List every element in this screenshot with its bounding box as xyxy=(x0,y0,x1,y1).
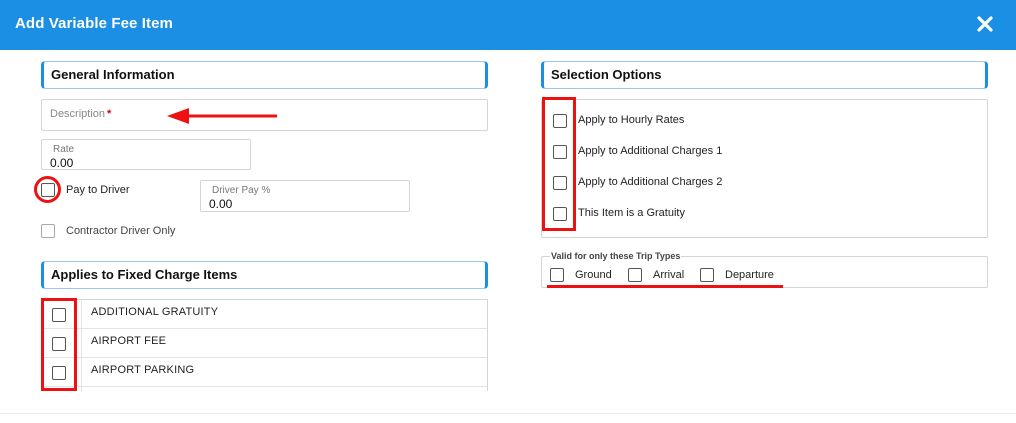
general-information-heading: General Information xyxy=(41,61,488,89)
driver-pay-label: Driver Pay % xyxy=(212,185,271,196)
trip-types-group: Valid for only these Trip Types Ground A… xyxy=(541,251,988,288)
rate-label: Rate xyxy=(53,144,75,155)
driver-pay-field[interactable]: Driver Pay % 0.00 xyxy=(200,180,410,212)
fixed-charge-label: AIRPORT FEE xyxy=(91,335,167,347)
apply-additional-charges-1-label: Apply to Additional Charges 1 xyxy=(578,145,723,157)
trip-type-arrival-checkbox[interactable] xyxy=(628,268,642,282)
close-icon[interactable] xyxy=(974,13,996,35)
fixed-charge-list: ADDITIONAL GRATUITY AIRPORT FEE AIRPORT … xyxy=(41,299,488,392)
fixed-charge-label: AIRPORT PARKING xyxy=(91,364,195,376)
rate-value: 0.00 xyxy=(50,156,74,170)
fixed-charge-row: AIRPORT FEE xyxy=(42,329,487,358)
contractor-driver-only-checkbox[interactable] xyxy=(41,224,55,238)
fixed-charge-row-partial xyxy=(42,387,487,392)
apply-additional-charges-2-label: Apply to Additional Charges 2 xyxy=(578,176,723,188)
required-marker: * xyxy=(107,108,112,120)
annotation-underline xyxy=(547,285,783,288)
fixed-charge-row: ADDITIONAL GRATUITY xyxy=(42,300,487,329)
selection-options-box: Apply to Hourly Rates Apply to Additiona… xyxy=(541,99,988,238)
trip-type-arrival-label: Arrival xyxy=(653,269,685,281)
apply-hourly-rates-label: Apply to Hourly Rates xyxy=(578,114,685,126)
description-placeholder: Description * xyxy=(50,108,112,120)
trip-type-departure-label: Departure xyxy=(725,269,774,281)
footer-divider xyxy=(0,413,1016,414)
annotation-box-fixed-charges xyxy=(41,298,77,391)
annotation-arrow-icon xyxy=(167,108,277,124)
annotation-box-selection xyxy=(542,97,576,231)
fixed-charge-label: ADDITIONAL GRATUITY xyxy=(91,306,219,318)
fixed-charge-items-heading: Applies to Fixed Charge Items xyxy=(41,261,488,289)
gratuity-label: This Item is a Gratuity xyxy=(578,207,685,219)
annotation-circle xyxy=(34,176,61,203)
contractor-driver-only-label: Contractor Driver Only xyxy=(66,225,176,237)
pay-to-driver-label: Pay to Driver xyxy=(66,184,130,196)
selection-options-heading: Selection Options xyxy=(541,61,988,89)
trip-types-legend: Valid for only these Trip Types xyxy=(550,251,682,261)
dialog-header: Add Variable Fee Item xyxy=(0,0,1016,50)
trip-type-ground-checkbox[interactable] xyxy=(550,268,564,282)
trip-type-ground-label: Ground xyxy=(575,269,612,281)
fixed-charge-row: AIRPORT PARKING xyxy=(42,358,487,387)
trip-type-departure-checkbox[interactable] xyxy=(700,268,714,282)
dialog-title: Add Variable Fee Item xyxy=(15,15,173,32)
driver-pay-value: 0.00 xyxy=(209,197,233,211)
rate-field[interactable]: Rate 0.00 xyxy=(41,139,251,170)
